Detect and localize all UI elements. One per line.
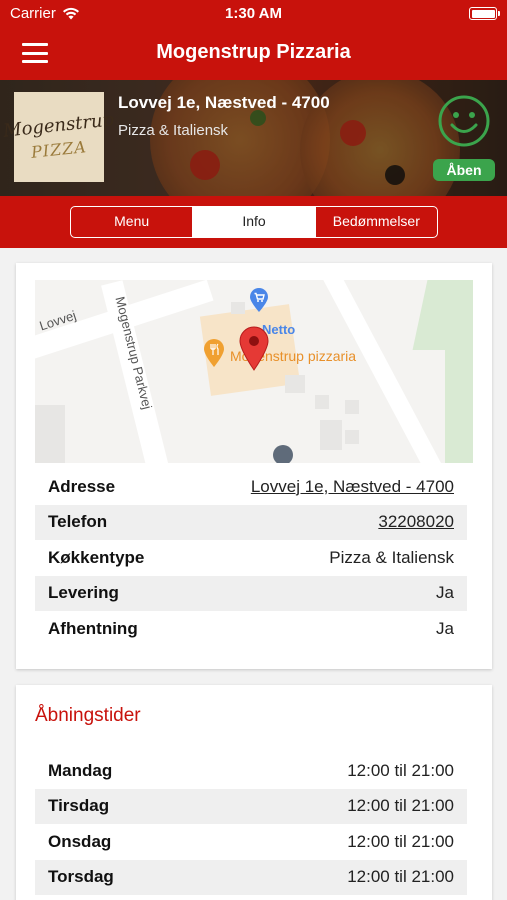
info-label: Levering — [48, 583, 119, 603]
opening-hours-card: Åbningstider Mandag 12:00 til 21:00 Tirs… — [16, 685, 492, 900]
restaurant-header: Mogenstrup PIZZA Lovvej 1e, Næstved - 47… — [0, 80, 507, 196]
location-map[interactable]: Lovvej Mogenstrup Parkvej Netto Mogenstr… — [35, 280, 473, 463]
info-table: Adresse Lovvej 1e, Næstved - 4700 Telefo… — [35, 469, 467, 647]
info-row-delivery: Levering Ja — [35, 575, 467, 611]
opening-hours-table: Mandag 12:00 til 21:00 Tirsdag 12:00 til… — [35, 753, 467, 895]
tab-menu[interactable]: Menu — [71, 207, 194, 237]
info-row-cuisine: Køkkentype Pizza & Italiensk — [35, 540, 467, 576]
clock: 1:30 AM — [225, 5, 282, 22]
info-card: Lovvej Mogenstrup Parkvej Netto Mogenstr… — [16, 263, 492, 669]
day-label: Onsdag — [48, 831, 112, 851]
hours-value: 12:00 til 21:00 — [347, 867, 454, 887]
tab-info[interactable]: Info — [193, 207, 316, 237]
page-title: Mogenstrup Pizzaria — [156, 41, 351, 63]
map-marker-icon — [273, 445, 293, 463]
location-pin-icon — [239, 326, 269, 371]
address-link[interactable]: Lovvej 1e, Næstved - 4700 — [251, 477, 454, 497]
battery-icon — [469, 7, 500, 20]
info-row-address: Adresse Lovvej 1e, Næstved - 4700 — [35, 469, 467, 505]
restaurant-cuisine: Pizza & Italiensk — [118, 122, 229, 139]
info-label: Adresse — [48, 476, 116, 496]
info-value: Ja — [436, 618, 454, 638]
hours-row: Mandag 12:00 til 21:00 — [35, 753, 467, 789]
info-row-phone: Telefon 32208020 — [35, 504, 467, 540]
restaurant-logo: Mogenstrup PIZZA — [3, 92, 115, 182]
info-value: Ja — [436, 583, 454, 603]
open-status-badge: Åben — [433, 159, 495, 181]
info-label: Afhentning — [48, 618, 138, 638]
day-label: Torsdag — [48, 867, 114, 887]
restaurant-marker-icon — [204, 339, 224, 367]
tab-reviews[interactable]: Bedømmelser — [316, 207, 437, 237]
opening-hours-title: Åbningstider — [35, 705, 141, 726]
smiley-rating-icon — [438, 95, 490, 147]
status-bar: Carrier 1:30 AM — [0, 0, 507, 30]
info-value: Pizza & Italiensk — [329, 547, 454, 567]
navigation-bar: Mogenstrup Pizzaria — [0, 30, 507, 80]
hours-value: 12:00 til 21:00 — [347, 796, 454, 816]
hours-row: Torsdag 12:00 til 21:00 — [35, 859, 467, 895]
hours-value: 12:00 til 21:00 — [347, 760, 454, 780]
hours-row: Onsdag 12:00 til 21:00 — [35, 824, 467, 860]
tab-bar: Menu Info Bedømmelser — [0, 196, 507, 248]
info-row-pickup: Afhentning Ja — [35, 611, 467, 647]
hours-value: 12:00 til 21:00 — [347, 831, 454, 851]
hours-row: Tirsdag 12:00 til 21:00 — [35, 788, 467, 824]
phone-link[interactable]: 32208020 — [378, 512, 454, 532]
restaurant-address: Lovvej 1e, Næstved - 4700 — [118, 93, 330, 112]
info-label: Køkkentype — [48, 547, 145, 567]
segmented-control: Menu Info Bedømmelser — [70, 206, 438, 238]
day-label: Mandag — [48, 760, 113, 780]
day-label: Tirsdag — [48, 796, 110, 816]
info-label: Telefon — [48, 512, 108, 532]
shopping-cart-marker-icon — [250, 288, 268, 312]
